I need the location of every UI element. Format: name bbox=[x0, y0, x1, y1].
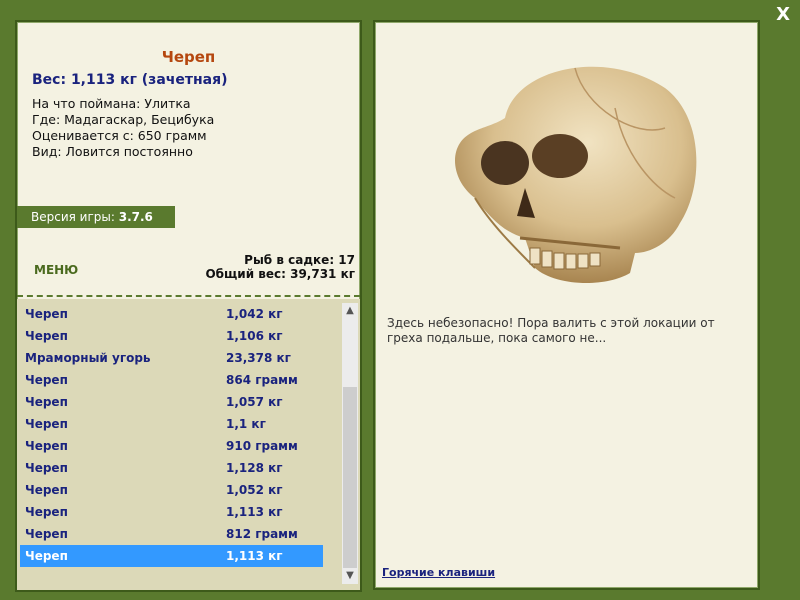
list-item[interactable]: Череп 1,1 кг bbox=[20, 413, 323, 435]
version-value: 3.7.6 bbox=[118, 210, 153, 224]
fish-name: Череп bbox=[25, 439, 68, 453]
version-label: Версия игры: bbox=[31, 210, 115, 224]
fish-name: Череп bbox=[25, 505, 68, 519]
fish-weight-value: 1,042 кг bbox=[226, 307, 283, 321]
fish-info-panel: Череп Вес: 1,113 кг (зачетная) На что по… bbox=[15, 20, 362, 592]
fish-weight-value: 1,1 кг bbox=[226, 417, 266, 431]
list-item[interactable]: Череп 1,113 кг bbox=[20, 501, 323, 523]
fish-name: Череп bbox=[25, 329, 68, 343]
fish-weight: Вес: 1,113 кг (зачетная) bbox=[32, 72, 228, 88]
cage-stats: Рыб в садке: 17 Общий вес: 39,731 кг bbox=[205, 253, 355, 281]
fish-weight-value: 812 грамм bbox=[226, 527, 298, 541]
fish-name: Череп bbox=[25, 417, 68, 431]
species-info: Вид: Ловится постоянно bbox=[32, 144, 193, 159]
fish-name: Череп bbox=[25, 461, 68, 475]
list-item[interactable]: Череп 910 грамм bbox=[20, 435, 323, 457]
scroll-thumb[interactable] bbox=[343, 387, 357, 568]
location-description: Здесь небезопасно! Пора валить с этой ло… bbox=[387, 316, 715, 345]
list-item[interactable]: Череп 1,106 кг bbox=[20, 325, 323, 347]
fish-title: Череп bbox=[161, 48, 216, 66]
fish-name: Череп bbox=[25, 483, 68, 497]
divider bbox=[17, 295, 360, 297]
fish-count: Рыб в садке: 17 bbox=[244, 253, 355, 267]
catch-list: Череп 1,042 кг Череп 1,106 кг Мраморный угор… bbox=[17, 299, 360, 590]
scrollbar[interactable]: ▲ ▼ bbox=[342, 303, 358, 584]
list-item[interactable]: Череп 1,052 кг bbox=[20, 479, 323, 501]
hotkeys-link[interactable]: Горячие клавиши bbox=[382, 566, 495, 579]
fish-name: Череп bbox=[25, 549, 68, 563]
chevron-up-icon[interactable]: ▲ bbox=[342, 303, 358, 319]
chevron-down-icon[interactable]: ▼ bbox=[342, 568, 358, 584]
fish-weight-value: 23,378 кг bbox=[226, 351, 291, 365]
fish-weight-value: 1,128 кг bbox=[226, 461, 283, 475]
list-item[interactable]: Череп 1,113 кг bbox=[20, 545, 323, 567]
close-icon[interactable]: X bbox=[776, 4, 790, 25]
fish-name: Череп bbox=[25, 395, 68, 409]
fish-weight-value: 864 грамм bbox=[226, 373, 298, 387]
list-item[interactable]: Череп 864 грамм bbox=[20, 369, 323, 391]
fish-weight-value: 1,113 кг bbox=[226, 505, 283, 519]
list-item[interactable]: Череп 1,128 кг bbox=[20, 457, 323, 479]
fish-weight-value: 1,057 кг bbox=[226, 395, 283, 409]
bait-info: На что поймана: Улитка bbox=[32, 96, 191, 111]
fish-name: Череп bbox=[25, 373, 68, 387]
valuation-info: Оценивается с: 650 грамм bbox=[32, 128, 207, 143]
fish-name: Мраморный угорь bbox=[25, 351, 151, 365]
fish-image-panel: Здесь небезопасно! Пора валить с этой ло… bbox=[373, 20, 760, 590]
fish-weight-value: 1,113 кг bbox=[226, 549, 283, 563]
skull-image bbox=[455, 66, 697, 284]
catch-list-rows: Череп 1,042 кг Череп 1,106 кг Мраморный угор… bbox=[20, 303, 323, 567]
fish-weight-value: 910 грамм bbox=[226, 439, 298, 453]
fish-weight-value: 1,052 кг bbox=[226, 483, 283, 497]
list-item[interactable]: Мраморный угорь 23,378 кг bbox=[20, 347, 323, 369]
list-item[interactable]: Череп 812 грамм bbox=[20, 523, 323, 545]
version-bar: Версия игры: 3.7.6 bbox=[17, 206, 175, 228]
fish-name: Череп bbox=[25, 307, 68, 321]
fish-weight-value: 1,106 кг bbox=[226, 329, 283, 343]
list-item[interactable]: Череп 1,042 кг bbox=[20, 303, 323, 325]
list-item[interactable]: Череп 1,057 кг bbox=[20, 391, 323, 413]
location-info: Где: Мадагаскар, Бецибука bbox=[32, 112, 215, 127]
total-weight: Общий вес: 39,731 кг bbox=[205, 267, 355, 281]
menu-button[interactable]: МЕНЮ bbox=[34, 263, 78, 277]
fish-name: Череп bbox=[25, 527, 68, 541]
